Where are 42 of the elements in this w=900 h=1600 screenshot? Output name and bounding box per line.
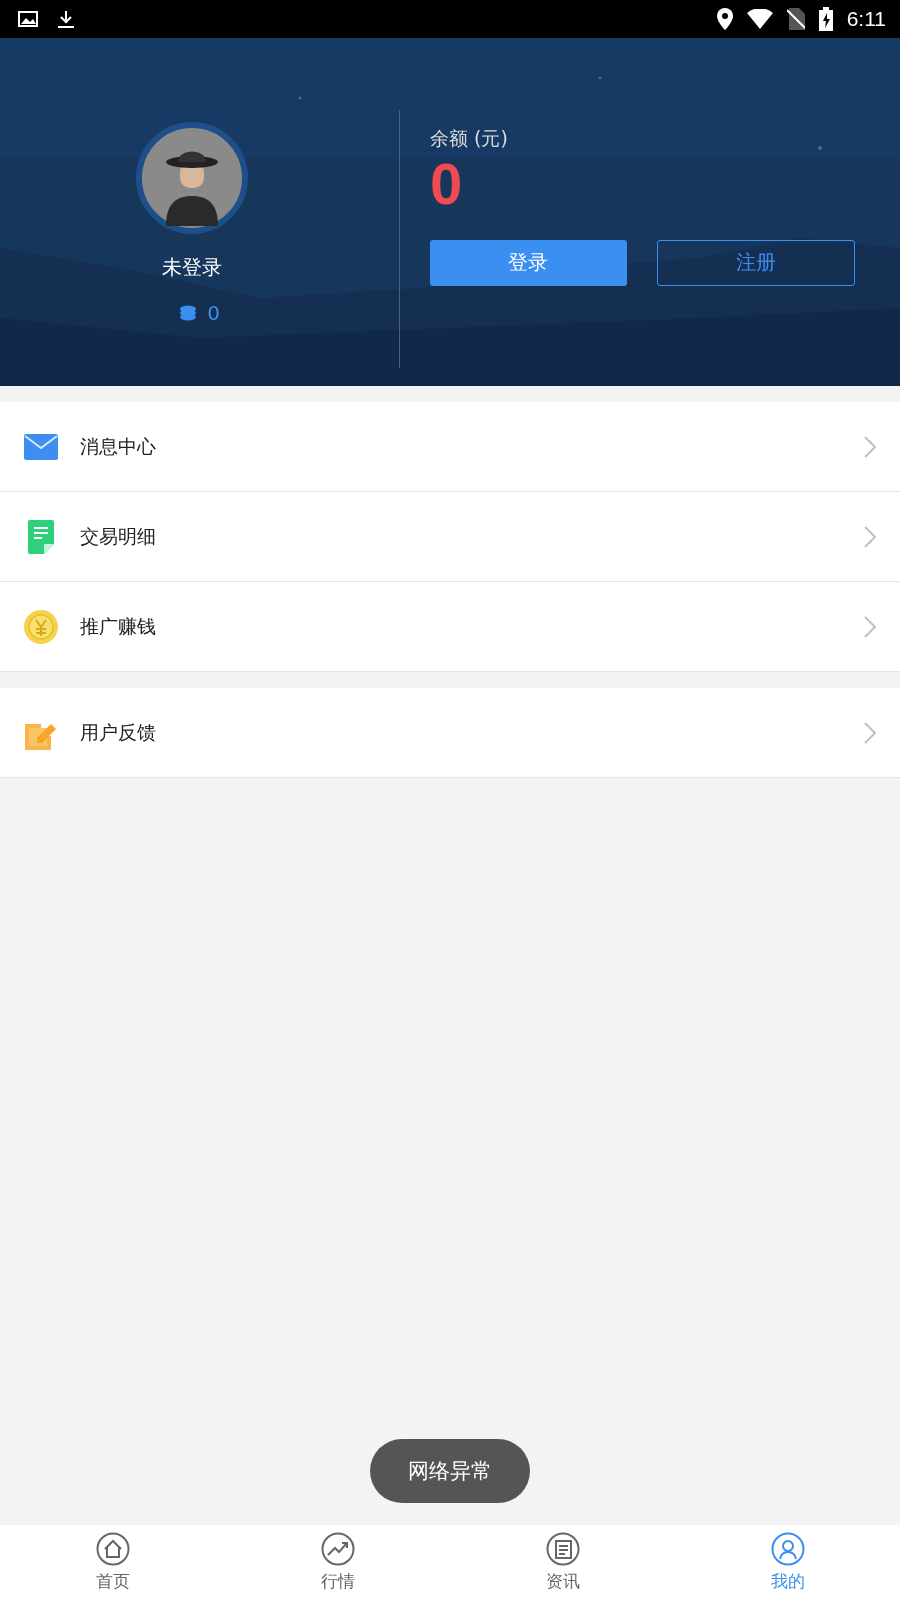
tab-label: 我的 [770,1570,805,1593]
envelope-icon [24,433,58,460]
coin-count: 0 [207,301,220,325]
nav-tab[interactable]: 行情 [225,1525,450,1600]
clock-time: 6:11 [846,7,886,31]
download-icon [56,9,76,29]
avatar-icon [135,122,248,234]
chevron-right-icon [864,435,876,458]
document-icon [545,1532,580,1566]
tab-label: 资讯 [545,1570,580,1593]
tab-label: 行情 [320,1570,355,1593]
nav-tab[interactable]: 我的 [675,1525,900,1600]
nav-tab[interactable]: 首页 [0,1525,225,1600]
house-icon [95,1532,130,1566]
balance-value: 0 [430,152,464,216]
wifi-icon [746,9,773,29]
yen-coin-icon [24,609,58,644]
menu-item[interactable]: 交易明细 [0,492,900,582]
menu-item[interactable]: 消息中心 [0,402,900,492]
chevron-right-icon [864,615,876,638]
no-sim-icon [786,8,805,30]
register-button[interactable]: 注册 [656,239,855,286]
menu-label: 交易明细 [80,523,157,549]
location-icon [716,8,733,30]
trend-chart-icon [320,1532,355,1566]
login-button[interactable]: 登录 [430,239,627,286]
tab-label: 首页 [95,1570,130,1593]
menu-item[interactable]: 用户反馈 [0,688,900,778]
chevron-right-icon [864,721,876,744]
coin-stack-icon [179,305,198,321]
menu-label: 推广赚钱 [80,613,157,639]
toast-message: 网络异常 [370,1439,530,1503]
menu-label: 消息中心 [80,433,157,459]
chevron-right-icon [864,525,876,548]
person-icon [770,1532,805,1566]
nav-tab[interactable]: 资讯 [450,1525,675,1600]
username: 未登录 [161,254,222,281]
menu-item[interactable]: 推广赚钱 [0,582,900,672]
battery-icon [818,7,833,31]
balance-label: 余额 (元) [430,126,509,151]
gallery-icon [18,10,38,28]
menu-label: 用户反馈 [80,719,157,745]
